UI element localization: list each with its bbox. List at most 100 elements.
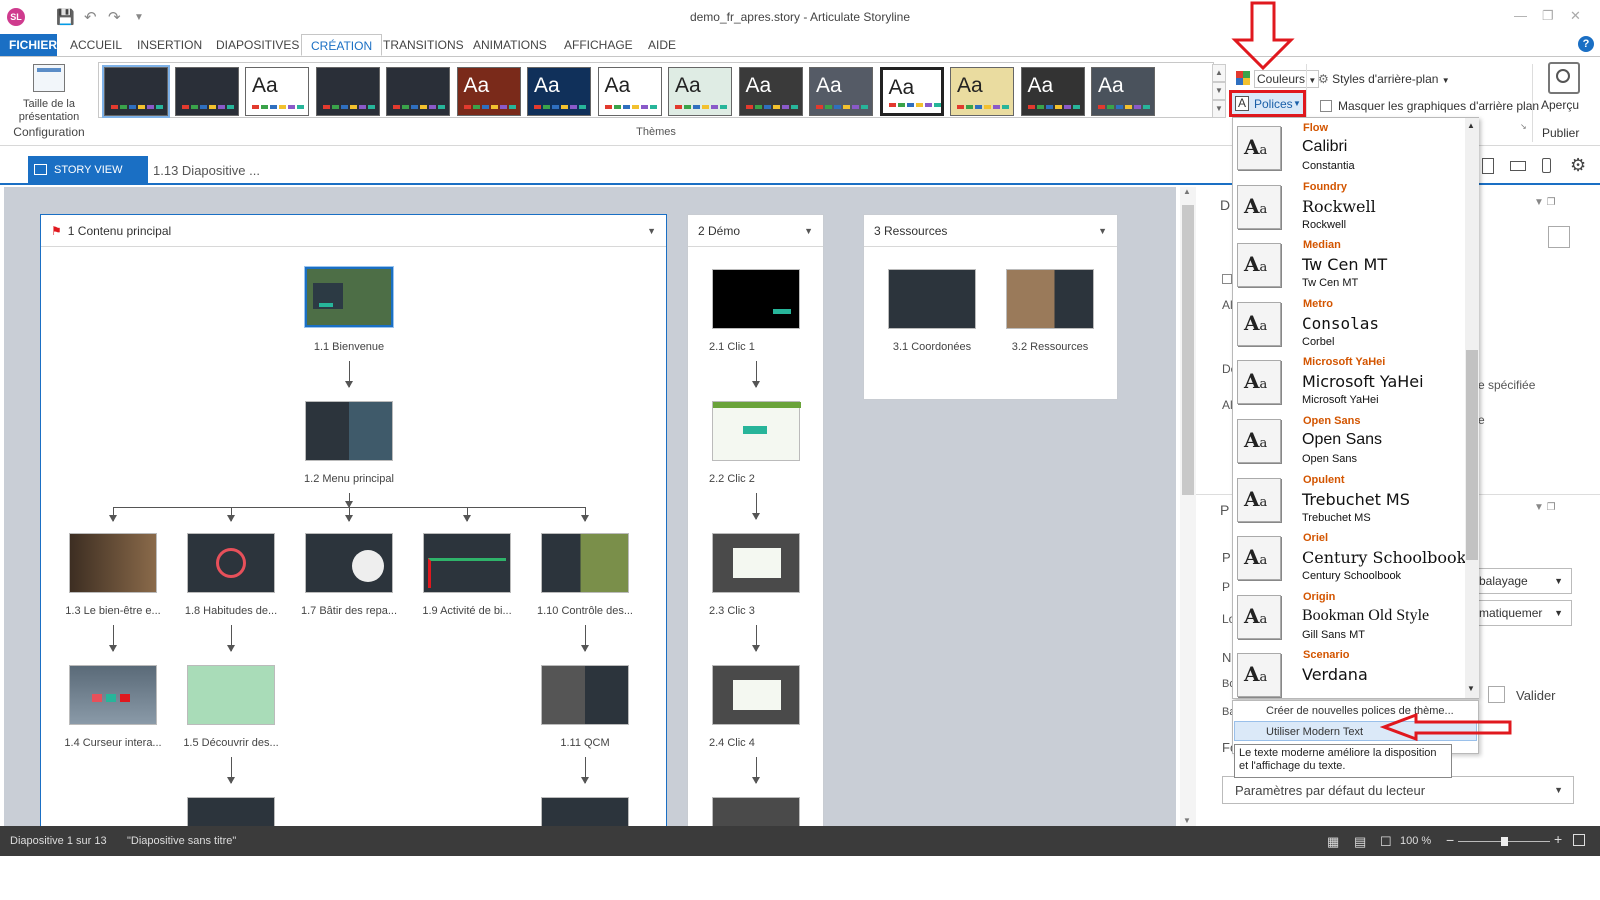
theme-thumbnail[interactable]: Aa [597, 67, 662, 116]
story-view-tab[interactable]: STORY VIEW [28, 156, 148, 185]
theme-thumbnail[interactable]: Aa [1020, 67, 1085, 116]
slide-caption[interactable]: 3.2 Ressources [985, 341, 1115, 353]
slide-thumbnail[interactable] [1006, 269, 1094, 329]
theme-thumbnail[interactable]: Aa [809, 67, 873, 116]
slide-caption[interactable]: 2.4 Clic 4 [691, 737, 821, 749]
slide-caption[interactable]: 1.7 Bâtir des repa... [284, 605, 414, 617]
scene-3[interactable]: 3 Ressources ▼ 3.1 Coordonées 3.2 Ressou… [863, 214, 1118, 400]
scene-1[interactable]: ⚑ 1 Contenu principal ▼ 1.1 Bienvenue 1.2… [40, 214, 667, 828]
font-set-item[interactable]: Aa Origin Bookman Old Style Gill Sans MT [1233, 587, 1463, 646]
canvas-scrollbar[interactable]: ▲ ▼ [1180, 187, 1196, 827]
menu-transitions[interactable]: TRANSITIONS [374, 34, 473, 56]
slide-thumbnail[interactable] [304, 266, 394, 328]
preview-icon[interactable] [1548, 62, 1580, 94]
theme-thumbnail[interactable]: Aa [879, 67, 944, 116]
background-styles-button[interactable]: ⚙ Styles d'arrière-plan ▼ [1318, 72, 1450, 86]
slide-thumbnail[interactable] [187, 797, 275, 828]
font-set-item[interactable]: Aa Open Sans Open Sans Open Sans [1233, 411, 1463, 470]
font-set-item[interactable]: Aa Foundry Rockwell Rockwell [1233, 177, 1463, 236]
scene-header[interactable]: 3 Ressources ▼ [864, 215, 1117, 247]
scroll-up-icon[interactable]: ▲ [1467, 121, 1475, 130]
fonts-button[interactable]: A Polices ▼ [1229, 90, 1306, 117]
panel-collapse-icon[interactable]: ▼ ❐ [1534, 502, 1556, 513]
slide-caption[interactable]: 1.9 Activité de bi... [402, 605, 532, 617]
theme-thumbnail[interactable]: Aa [456, 67, 521, 116]
panel-layout-icon[interactable] [1548, 226, 1570, 248]
panel-checkbox[interactable] [1222, 274, 1232, 284]
slide-caption[interactable]: 1.5 Découvrir des... [166, 737, 296, 749]
close-icon[interactable]: ✕ [1570, 8, 1581, 24]
player-settings-select[interactable]: Paramètres par défaut du lecteur ▼ [1222, 776, 1574, 804]
theme-thumbnail[interactable]: Aa [738, 67, 803, 116]
scene-header[interactable]: 2 Démo ▼ [688, 215, 823, 247]
story-view-status-icon[interactable]: ▦ [1327, 834, 1339, 850]
menu-insertion[interactable]: INSERTION [128, 34, 211, 56]
font-set-item[interactable]: Aa Oriel Century Schoolbook Century Schoolb… [1233, 528, 1466, 587]
minimize-icon[interactable]: — [1514, 8, 1527, 23]
slide-caption[interactable]: 1.4 Curseur intera... [48, 737, 178, 749]
theme-thumbnail[interactable]: Aa [245, 67, 309, 116]
theme-thumbnail[interactable]: Aa [1091, 67, 1155, 116]
panel-select[interactable]: balayage ▼ [1472, 568, 1572, 594]
hide-background-checkbox[interactable] [1320, 100, 1332, 112]
font-set-item[interactable]: Aa Microsoft YaHei Microsoft YaHei Microsof… [1233, 352, 1463, 411]
scroll-down-icon[interactable]: ▼ [1467, 684, 1475, 693]
font-set-item[interactable]: Aa Scenario Verdana [1233, 645, 1463, 698]
slide-thumbnail[interactable] [69, 533, 157, 593]
theme-thumbnail[interactable] [174, 67, 239, 116]
slide-thumbnail[interactable] [541, 797, 629, 828]
slide-view-status-icon[interactable]: ▤ [1354, 834, 1366, 850]
scroll-thumb[interactable] [1466, 350, 1478, 560]
slide-caption[interactable]: 2.3 Clic 3 [691, 605, 821, 617]
slide-thumbnail[interactable] [712, 269, 800, 329]
desktop-view-icon[interactable] [1482, 158, 1494, 174]
menu-file[interactable]: FICHIER [0, 34, 57, 56]
zoom-slider-thumb[interactable] [1501, 837, 1508, 846]
menu-affichage[interactable]: AFFICHAGE [555, 34, 642, 56]
slide-size-button[interactable]: Taille de la présentation Configuration [4, 60, 94, 142]
slide-caption[interactable]: 3.1 Coordonées [867, 341, 997, 353]
slide-caption[interactable]: 1.1 Bienvenue [284, 341, 414, 353]
slide-thumbnail[interactable] [187, 533, 275, 593]
gallery-scroll-up[interactable]: ▲ [1212, 64, 1226, 82]
phone-view-icon[interactable] [1542, 158, 1551, 173]
menu-accueil[interactable]: ACCUEIL [61, 34, 131, 56]
font-set-item[interactable]: Aa Median Tw Cen MT Tw Cen MT [1233, 235, 1463, 294]
theme-thumbnail[interactable]: Aa [668, 67, 732, 116]
dialog-launcher-icon[interactable]: ↘ [1520, 122, 1527, 131]
slide-thumbnail[interactable] [712, 665, 800, 725]
slide-thumbnail[interactable] [423, 533, 511, 593]
help-icon[interactable]: ? [1578, 36, 1594, 52]
validate-checkbox[interactable] [1488, 686, 1505, 703]
slide-thumbnail[interactable] [541, 533, 629, 593]
maximize-icon[interactable]: ❐ [1542, 8, 1554, 24]
slide-caption[interactable]: 1.10 Contrôle des... [520, 605, 650, 617]
slide-caption[interactable]: 2.2 Clic 2 [691, 473, 821, 485]
slide-caption[interactable]: 1.3 Le bien-être e... [48, 605, 178, 617]
slide-thumbnail[interactable] [541, 665, 629, 725]
font-set-item[interactable]: Aa Flow Calibri Constantia [1233, 118, 1463, 177]
breadcrumb[interactable]: 1.13 Diapositive ... [153, 163, 260, 178]
theme-thumbnail[interactable] [315, 67, 380, 116]
menu-aide[interactable]: AIDE [639, 34, 685, 56]
fit-window-icon[interactable] [1573, 834, 1585, 846]
slide-thumbnail[interactable] [187, 665, 275, 725]
slide-thumbnail[interactable] [712, 533, 800, 593]
theme-thumbnail[interactable] [102, 65, 170, 118]
chevron-down-icon[interactable]: ▼ [804, 215, 813, 247]
chevron-down-icon[interactable]: ▼ [647, 215, 656, 247]
panel-select[interactable]: matiquemer ▼ [1472, 600, 1572, 626]
publish-label[interactable]: Publier [1542, 126, 1579, 140]
preview-label[interactable]: Aperçu [1541, 98, 1579, 112]
gallery-scroll-down[interactable]: ▼ [1212, 82, 1226, 100]
colors-button[interactable]: Couleurs ▼ [1254, 70, 1320, 88]
slide-thumbnail[interactable] [69, 665, 157, 725]
slide-caption[interactable]: 1.8 Habitudes de... [166, 605, 296, 617]
slide-thumbnail[interactable] [712, 401, 801, 461]
slide-caption[interactable]: 1.11 QCM [520, 737, 650, 749]
font-set-item[interactable]: Aa Metro Consolas Corbel [1233, 294, 1463, 353]
slide-thumbnail[interactable] [305, 533, 393, 593]
theme-thumbnail[interactable] [386, 67, 450, 116]
theme-thumbnail[interactable]: Aa [950, 67, 1014, 116]
zoom-in-icon[interactable]: + [1554, 831, 1562, 847]
